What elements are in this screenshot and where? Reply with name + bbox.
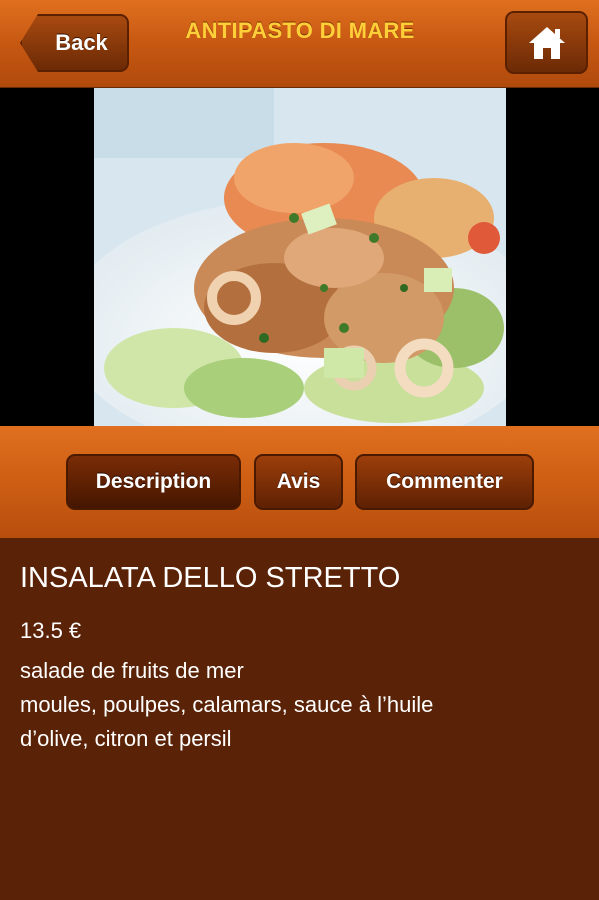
tab-avis[interactable]: Avis [254, 454, 343, 510]
description-line: moules, poulpes, calamars, sauce à l’hui… [20, 692, 434, 717]
navigation-bar: Back ANTIPASTO DI MARE [0, 0, 599, 88]
home-icon [528, 26, 565, 59]
page-title: ANTIPASTO DI MARE [185, 18, 415, 43]
segmented-toolbar: Description Avis Commenter [0, 426, 599, 538]
tab-description[interactable]: Description [66, 454, 241, 510]
description-line: d’olive, citron et persil [20, 726, 232, 751]
description-line: salade de fruits de mer [20, 658, 244, 683]
dish-photo-area [0, 88, 599, 426]
dish-photo [94, 88, 506, 426]
tab-commenter[interactable]: Commenter [355, 454, 534, 510]
dish-description: salade de fruits de mer moules, poulpes,… [20, 654, 580, 756]
home-button[interactable] [505, 11, 588, 74]
dish-details: INSALATA DELLO STRETTO 13.5 € salade de … [0, 538, 599, 900]
dish-price: 13.5 € [20, 618, 82, 643]
back-button[interactable]: Back [20, 14, 129, 72]
dish-name: INSALATA DELLO STRETTO [20, 562, 401, 594]
